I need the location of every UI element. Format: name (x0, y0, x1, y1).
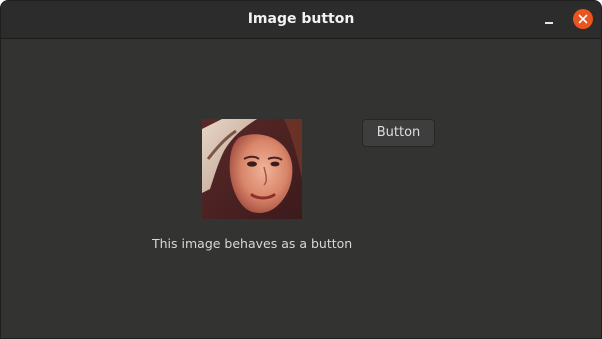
portrait-photo-icon (202, 119, 302, 219)
minimize-button[interactable] (539, 10, 559, 30)
close-button[interactable] (573, 9, 593, 29)
image-button-caption: This image behaves as a button (152, 236, 353, 251)
close-icon (578, 14, 588, 24)
app-window: Image button Button This image behaves a… (0, 0, 602, 339)
window-title: Image button (247, 11, 355, 27)
main-content: Button This image behaves as a button (1, 39, 601, 338)
push-button[interactable]: Button (362, 119, 435, 147)
minimize-icon (545, 22, 553, 24)
title-bar[interactable]: Image button (1, 1, 601, 39)
image-button[interactable] (202, 119, 302, 219)
